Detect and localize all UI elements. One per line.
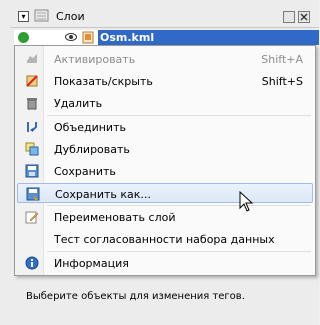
show-hide-icon [26,75,38,87]
menu-item-label: Активировать [54,53,136,66]
menu-item-show-hide[interactable]: Показать/скрыть Shift+S [17,71,313,91]
menu-item-label: Показать/скрыть [54,75,153,88]
menu-item-label: Объединить [54,121,126,134]
close-icon[interactable] [298,11,310,23]
menu-item-save[interactable]: Сохранить [17,161,313,181]
collapse-toggle-icon[interactable]: ▾ [18,11,29,22]
menu-item-label: Тест согласованности набора данных [54,233,275,246]
activate-icon [27,54,37,63]
menu-item-shortcut: Shift+S [261,75,303,88]
save-icon [25,164,39,178]
menu-item-label: Сохранить как... [55,188,151,201]
duplicate-icon [25,142,39,156]
menu-item-label: Информация [54,257,129,270]
save-as-icon [26,187,40,201]
menu-item-label: Переименовать слой [54,211,176,224]
panel-header: ▾ Слои [0,8,319,26]
panel-title: Слои [56,10,85,23]
menu-item-info[interactable]: Информация [17,253,313,273]
layer-file-icon [82,31,94,44]
mouse-cursor-icon [239,191,254,212]
layer-context-menu: Активировать Shift+A Показать/скрыть Shi… [14,45,316,276]
menu-item-label: Удалить [54,97,103,110]
menu-separator [47,205,311,206]
status-text: Выберите объекты для изменения тегов. [26,291,245,302]
layer-row[interactable]: Osm.kml [14,30,319,45]
check-icon[interactable] [18,32,29,43]
rename-icon [25,211,39,224]
layer-name[interactable]: Osm.kml [98,30,319,45]
menu-item-save-as[interactable]: Сохранить как... [17,183,313,203]
header-divider [10,27,319,28]
merge-icon [27,122,37,132]
menu-item-duplicate[interactable]: Дублировать [17,139,313,159]
eye-icon[interactable] [65,32,77,42]
menu-separator [47,115,311,116]
menu-item-merge[interactable]: Объединить [17,117,313,137]
menu-item-shortcut: Shift+A [261,53,303,66]
trash-icon [27,98,37,110]
menu-item-label: Сохранить [54,165,116,178]
layers-icon [34,9,49,22]
menu-item-delete[interactable]: Удалить [17,93,313,113]
menu-item-consistency-test[interactable]: Тест согласованности набора данных [17,229,313,249]
undock-icon[interactable] [283,11,295,23]
menu-item-label: Дублировать [54,143,130,156]
info-icon [25,256,39,270]
menu-separator [47,251,311,252]
menu-item-activate[interactable]: Активировать Shift+A [17,49,313,69]
menu-item-rename[interactable]: Переименовать слой [17,207,313,227]
